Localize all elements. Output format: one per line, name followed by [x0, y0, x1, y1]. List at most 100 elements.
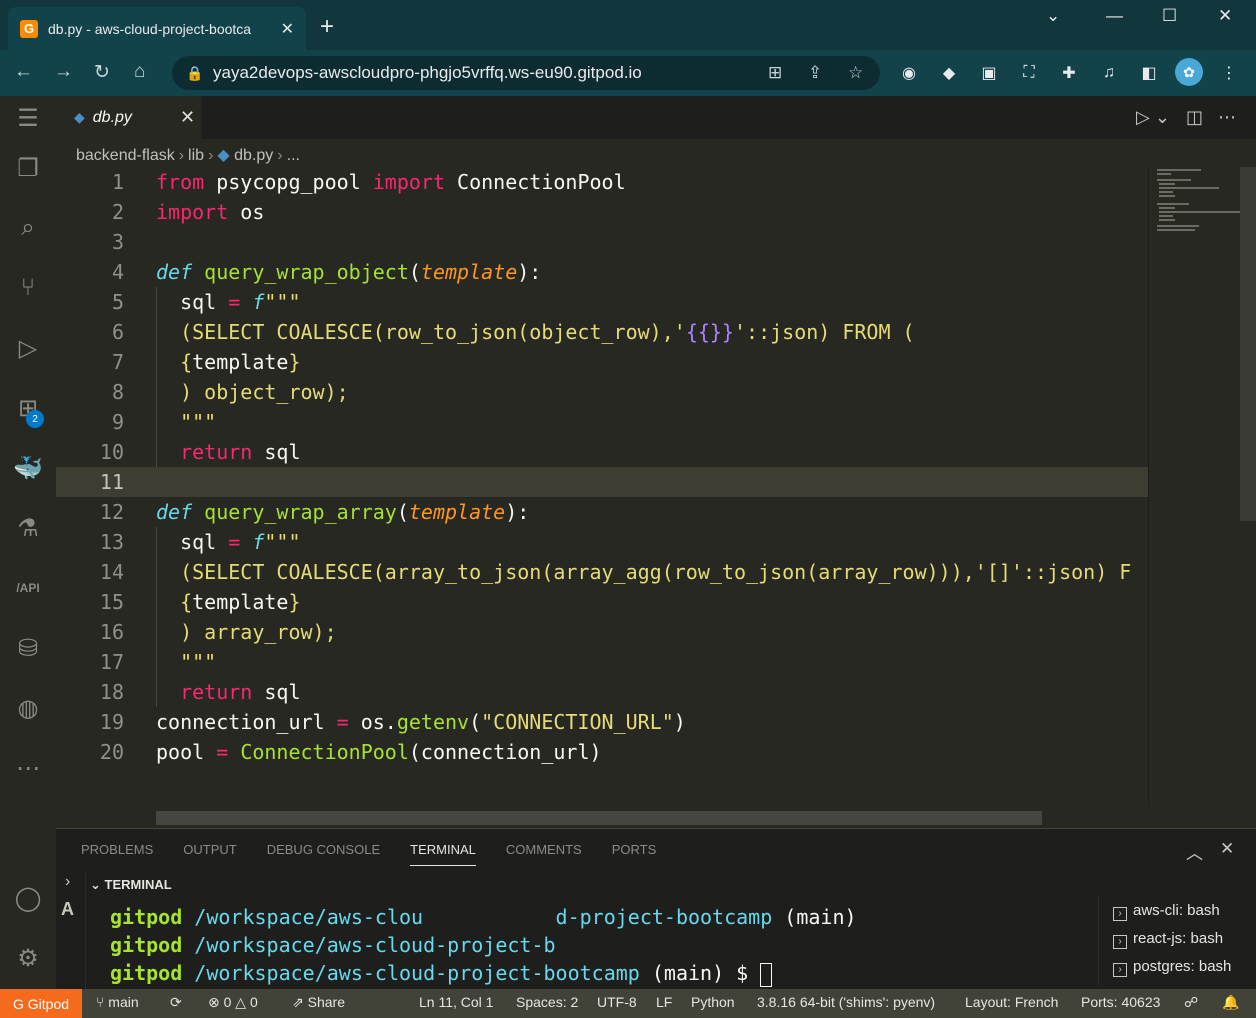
- terminal-output[interactable]: gitpod /workspace/aws-clou d-project-boo…: [110, 903, 857, 987]
- editor-tab-db-py[interactable]: ◆ db.py ✕: [56, 96, 202, 139]
- indentation[interactable]: Spaces: 2: [516, 994, 578, 1010]
- status-bar: G Gitpod ⑂ main ⟳ ⊗ 0 △ 0 ⇗ Share Ln 11,…: [0, 989, 1256, 1018]
- browser-tab-title: db.py - aws-cloud-project-bootca: [48, 20, 252, 37]
- minimap[interactable]: [1148, 167, 1243, 807]
- breadcrumb: backend-flask › lib › ◆ db.py ›...: [76, 147, 300, 164]
- ports-indicator[interactable]: Ports: 40623: [1081, 994, 1160, 1010]
- bottom-panel: PROBLEMS OUTPUT DEBUG CONSOLE TERMINAL C…: [56, 828, 1256, 990]
- run-file-icon[interactable]: ▷ ⌄: [1136, 107, 1170, 128]
- source-control-icon[interactable]: ⑂: [8, 268, 48, 308]
- notifications-icon[interactable]: 🔔: [1222, 994, 1239, 1011]
- azure-icon[interactable]: A: [61, 899, 74, 920]
- code-line: 18 return sql: [99, 680, 301, 704]
- tab-terminal[interactable]: TERMINAL: [410, 842, 476, 866]
- lock-icon: 🔒: [186, 64, 204, 81]
- docker-icon[interactable]: 🐳: [8, 448, 48, 488]
- breadcrumb-item[interactable]: backend-flask: [76, 147, 175, 164]
- keyboard-layout[interactable]: Layout: French: [965, 994, 1058, 1010]
- address-bar[interactable]: 🔒 yaya2devops-awscloudpro-phgjo5vrffq.ws…: [172, 56, 880, 90]
- language-mode[interactable]: Python: [691, 994, 735, 1010]
- window-close-icon[interactable]: ✕: [1218, 6, 1232, 26]
- encoding[interactable]: UTF-8: [597, 994, 637, 1010]
- tab-debug-console[interactable]: DEBUG CONSOLE: [267, 842, 380, 866]
- maximize-panel-icon[interactable]: ︿: [1186, 839, 1203, 864]
- chevron-right-icon[interactable]: ›: [65, 873, 70, 891]
- translate-icon[interactable]: ⊞: [768, 63, 782, 83]
- editor-more-icon[interactable]: ⋯: [1218, 107, 1236, 128]
- extension-3-icon[interactable]: ▣: [978, 62, 1000, 84]
- code-line: 4 def query_wrap_object(template):: [111, 260, 542, 284]
- profile-avatar[interactable]: ✿: [1175, 58, 1203, 86]
- feedback-icon[interactable]: ☍: [1184, 994, 1198, 1011]
- reload-icon[interactable]: ↻: [94, 61, 110, 84]
- chrome-menu-icon[interactable]: ⋮: [1218, 62, 1240, 84]
- screenshot-icon[interactable]: ⛶: [1018, 62, 1040, 84]
- terminal-cursor: [760, 962, 773, 987]
- end-of-line[interactable]: LF: [656, 994, 672, 1010]
- terminal-icon: ›: [1113, 963, 1127, 977]
- share-page-icon[interactable]: ⇪: [808, 63, 822, 83]
- close-tab-icon[interactable]: ✕: [281, 19, 294, 39]
- browser-tab[interactable]: G db.py - aws-cloud-project-bootca ✕: [8, 7, 306, 50]
- code-line: 7 {template}: [111, 350, 301, 374]
- terminal-list-item[interactable]: › react-js: bash: [1099, 925, 1256, 953]
- search-icon[interactable]: ⌕: [8, 208, 48, 248]
- terminal-line: gitpod /workspace/aws-cloud-project-boot…: [110, 959, 857, 987]
- extension-1-icon[interactable]: ◉: [898, 62, 920, 84]
- api-icon[interactable]: /API: [8, 568, 48, 608]
- close-panel-icon[interactable]: ✕: [1220, 839, 1234, 859]
- code-line: 13 sql = f""": [99, 530, 301, 554]
- breadcrumb-item[interactable]: db.py: [234, 147, 273, 164]
- code-editor[interactable]: 1 from psycopg_pool import ConnectionPool…: [56, 167, 1148, 807]
- horizontal-scrollbar[interactable]: [156, 811, 1042, 825]
- tab-output[interactable]: OUTPUT: [183, 842, 236, 866]
- sync-icon[interactable]: ⟳: [170, 994, 182, 1011]
- tab-problems[interactable]: PROBLEMS: [81, 842, 153, 866]
- forward-icon[interactable]: →: [54, 61, 73, 83]
- editor-tab-bar: ◆ db.py ✕ ▷ ⌄ ◫ ⋯: [56, 96, 1256, 139]
- terminal-list-item[interactable]: › aws-cli: bash: [1099, 897, 1256, 925]
- new-tab-icon[interactable]: +: [320, 13, 334, 41]
- breadcrumb-item[interactable]: lib: [188, 147, 204, 164]
- menu-icon[interactable]: ☰: [8, 98, 48, 138]
- side-panel-icon[interactable]: ◧: [1138, 62, 1160, 84]
- media-icon[interactable]: ♫: [1098, 62, 1120, 84]
- minimize-icon[interactable]: —: [1106, 6, 1123, 26]
- code-line: 15 {template}: [99, 590, 301, 614]
- more-icon[interactable]: ⋯: [8, 748, 48, 788]
- vertical-scrollbar[interactable]: [1240, 167, 1256, 521]
- extensions-puzzle-icon[interactable]: ✚: [1058, 62, 1080, 84]
- terminal-list-item[interactable]: › postgres: bash: [1099, 953, 1256, 981]
- code-line: 2 import os: [111, 200, 265, 224]
- tab-search-icon[interactable]: ⌄: [1046, 6, 1060, 26]
- terminal-header[interactable]: ⌄ TERMINAL: [90, 877, 172, 893]
- database-icon[interactable]: ⛁: [8, 628, 48, 668]
- browser-tab-strip: G db.py - aws-cloud-project-bootca ✕ + ⌄…: [0, 0, 1256, 50]
- terminal-sidebar: › A: [56, 871, 86, 990]
- tab-ports[interactable]: PORTS: [612, 842, 657, 866]
- bookmark-star-icon[interactable]: ☆: [848, 63, 863, 83]
- back-icon[interactable]: ←: [14, 61, 33, 83]
- python-interpreter[interactable]: 3.8.16 64-bit ('shims': pyenv): [757, 994, 935, 1010]
- explorer-icon[interactable]: ❐: [8, 148, 48, 188]
- browser-toolbar: ← → ↻ ⌂ 🔒 yaya2devops-awscloudpro-phgjo5…: [0, 50, 1256, 96]
- share-button[interactable]: ⇗ Share: [292, 994, 345, 1011]
- problems-indicator[interactable]: ⊗ 0 △ 0: [208, 994, 258, 1011]
- home-icon[interactable]: ⌂: [134, 61, 145, 83]
- code-line: 20 pool = ConnectionPool(connection_url): [99, 740, 602, 764]
- tab-comments[interactable]: COMMENTS: [506, 842, 582, 866]
- extension-2-icon[interactable]: ◆: [938, 62, 960, 84]
- github-icon[interactable]: ◍: [8, 688, 48, 728]
- settings-gear-icon[interactable]: ⚙: [8, 938, 48, 978]
- split-editor-icon[interactable]: ◫: [1186, 107, 1203, 128]
- gitpod-button[interactable]: G Gitpod: [0, 989, 82, 1018]
- close-editor-tab-icon[interactable]: ✕: [180, 107, 195, 128]
- run-debug-icon[interactable]: ▷: [8, 328, 48, 368]
- cursor-position[interactable]: Ln 11, Col 1: [419, 994, 493, 1010]
- maximize-icon[interactable]: ☐: [1162, 6, 1177, 26]
- branch-indicator[interactable]: ⑂ main: [96, 994, 139, 1010]
- breadcrumb-item[interactable]: ...: [287, 147, 300, 164]
- testing-flask-icon[interactable]: ⚗: [8, 508, 48, 548]
- code-line-current: 11: [56, 467, 1148, 497]
- accounts-icon[interactable]: ◯: [8, 878, 48, 918]
